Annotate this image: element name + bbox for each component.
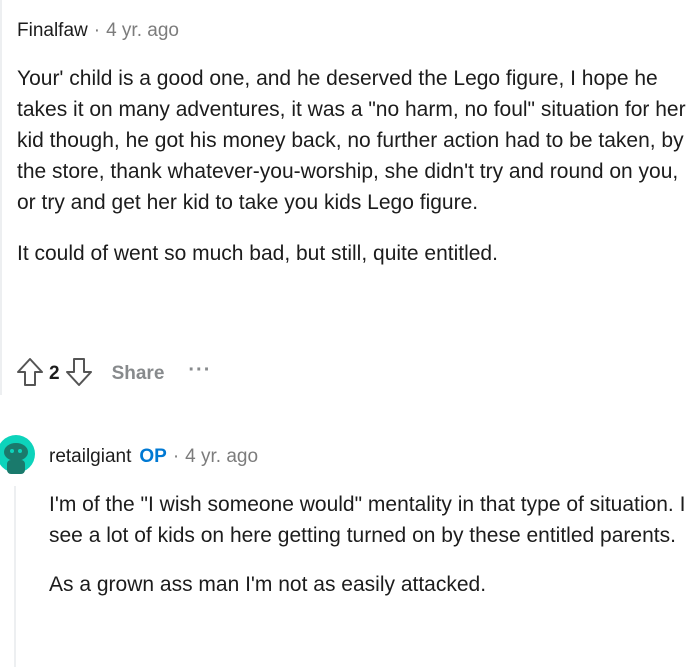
op-badge: OP [139,446,167,467]
comment-body: Your' child is a good one, and he deserv… [17,63,697,269]
share-button[interactable]: Share [112,363,165,385]
username-link[interactable]: retailgiant [49,446,131,468]
snoo-avatar-icon[interactable] [0,432,36,480]
meta-separator: · [172,446,180,467]
vote-count: 2 [49,363,60,384]
more-options-button[interactable]: ··· [188,360,211,380]
comment-actions: 2 Share ··· [13,356,211,392]
upvote-button[interactable] [13,356,47,392]
comment-paragraph: It could of went so much bad, but still,… [17,242,498,265]
timestamp-link[interactable]: 4 yr. ago [185,446,258,468]
comment-paragraph: I'm of the "I wish someone would" mental… [49,493,686,547]
meta-separator: · [93,20,101,41]
thread-line[interactable] [14,486,16,667]
thread-line[interactable] [0,0,2,395]
comment-meta: retailgiant OP · 4 yr. ago [49,446,258,468]
upvote-arrow-icon [15,356,45,393]
comment-paragraph: As a grown ass man I'm not as easily att… [49,573,487,596]
comment-body: I'm of the "I wish someone would" mental… [49,489,689,600]
downvote-arrow-icon [64,356,94,393]
comment-paragraph: Your' child is a good one, and he deserv… [17,67,686,214]
timestamp-link[interactable]: 4 yr. ago [106,20,179,42]
downvote-button[interactable] [62,356,96,392]
comment-thread: Finalfaw · 4 yr. ago Your' child is a go… [0,0,700,667]
username-link[interactable]: Finalfaw [17,20,88,42]
comment-meta: Finalfaw · 4 yr. ago [17,20,179,42]
